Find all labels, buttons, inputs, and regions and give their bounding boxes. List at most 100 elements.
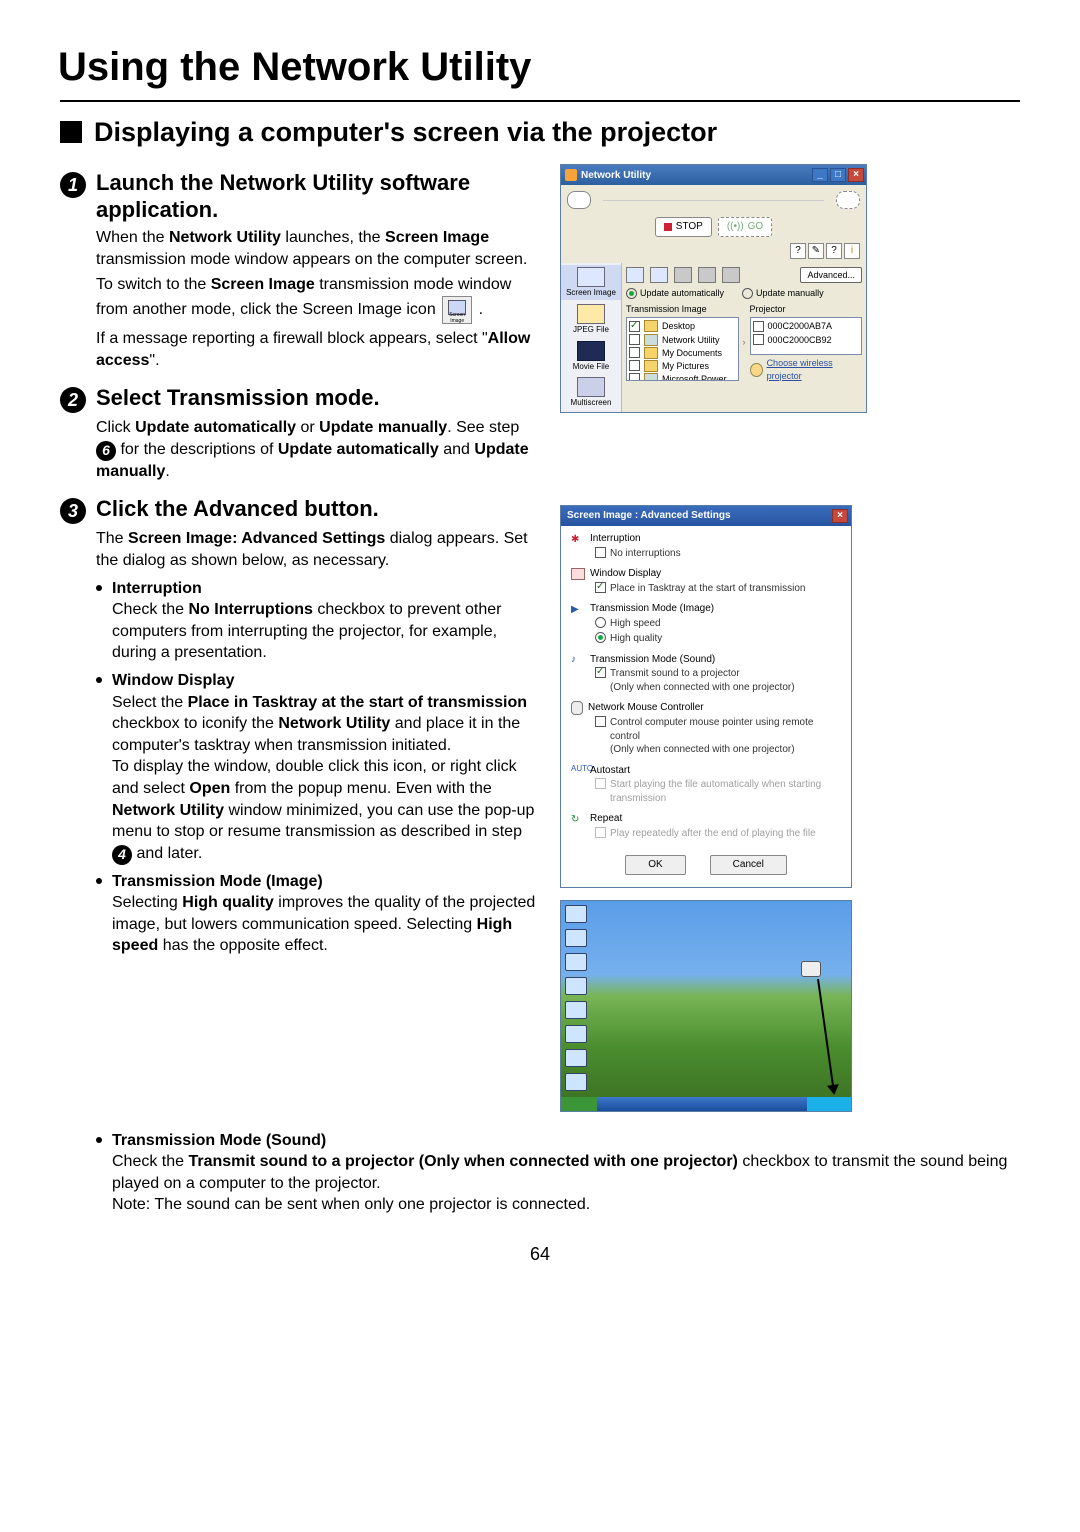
checkbox-tasktray[interactable]: Place in Tasktray at the start of transm…: [595, 581, 841, 597]
edit-button[interactable]: ✎: [808, 243, 824, 259]
tray-icon: [801, 961, 821, 977]
list-item: 000C2000AB7A: [753, 320, 860, 333]
desktop-icon: [644, 320, 658, 332]
checkbox-icon[interactable]: [629, 347, 640, 358]
maximize-button[interactable]: □: [830, 168, 846, 182]
adv-titlebar: Screen Image : Advanced Settings ×: [561, 506, 851, 526]
tab-multiscreen[interactable]: Multiscreen: [561, 375, 621, 410]
ref-step-4: 4: [112, 845, 132, 865]
app-icon: [565, 169, 577, 181]
checkbox-icon[interactable]: [753, 334, 764, 345]
desktop-icon-item: [565, 953, 587, 971]
autostart-icon: AUTO: [571, 764, 585, 776]
bullet-icon: [96, 677, 102, 683]
bullet-window-display: Window Display: [96, 670, 540, 692]
desktop-icon-item: [565, 929, 587, 947]
transmission-image-list[interactable]: Desktop Network Utility My Documents My …: [626, 317, 739, 381]
mode-icon[interactable]: [650, 267, 668, 283]
close-button[interactable]: ×: [848, 168, 864, 182]
nu-left-tabs: Screen Image JPEG File Movie File Multis…: [561, 263, 622, 412]
mouse-icon: [571, 701, 583, 715]
title-rule: [60, 100, 1020, 102]
cloud-outline-icon: [836, 191, 860, 209]
tab-screen-image[interactable]: Screen Image: [561, 265, 621, 300]
help-button[interactable]: ?: [790, 243, 806, 259]
radio-high-quality[interactable]: High quality: [595, 631, 841, 647]
window-display-icon: [571, 568, 585, 580]
projector-list[interactable]: 000C2000AB7A 000C2000CB92: [750, 317, 863, 355]
stop-button[interactable]: STOP: [655, 217, 712, 237]
checkbox-icon[interactable]: [629, 360, 640, 371]
radio-high-speed[interactable]: High speed: [595, 616, 841, 632]
checkbox-icon: [595, 778, 606, 789]
desktop-icon-item: [565, 1049, 587, 1067]
step-badge-3: 3: [60, 498, 86, 524]
step-3-header: 3 Click the Advanced button.: [60, 496, 540, 524]
adv-group-interruption: ✱Interruption No interruptions: [571, 532, 841, 561]
checkbox-no-interruptions[interactable]: No interruptions: [595, 546, 841, 562]
go-button[interactable]: ((•)) GO: [718, 217, 772, 237]
checkbox-icon[interactable]: [629, 373, 640, 381]
bullet-interruption-body: Check the No Interruptions checkbox to p…: [112, 599, 540, 664]
list-item: 000C2000CB92: [753, 334, 860, 347]
nu-update-mode: Update automatically Update manually: [626, 287, 862, 303]
choose-wireless-link[interactable]: Choose wireless projector: [750, 355, 863, 381]
movie-file-icon: [577, 341, 605, 361]
list-header-transmission: Transmission Image: [626, 303, 739, 317]
step-1-body: When the Network Utility launches, the S…: [96, 227, 540, 371]
nu-body: Screen Image JPEG File Movie File Multis…: [561, 263, 866, 412]
section-title: Displaying a computer's screen via the p…: [94, 114, 717, 150]
mode-icon[interactable]: [722, 267, 740, 283]
bullet-window-display-body: Select the Place in Tasktray at the star…: [112, 692, 540, 865]
tab-jpeg-file[interactable]: JPEG File: [561, 302, 621, 337]
desktop-icon-item: [565, 1025, 587, 1043]
advanced-button[interactable]: Advanced...: [800, 267, 862, 283]
adv-group-tm-image: ▶Transmission Mode (Image) High speed Hi…: [571, 602, 841, 647]
desktop-icon-item: [565, 1001, 587, 1019]
mode-icon[interactable]: [674, 267, 692, 283]
go-signal-icon: ((•)): [727, 220, 744, 234]
radio-icon: [595, 632, 606, 643]
cloud-icon: [567, 191, 591, 209]
close-button[interactable]: ×: [832, 509, 848, 523]
bullet-icon: [96, 878, 102, 884]
info-button[interactable]: i: [844, 243, 860, 259]
checkbox-mouse-control[interactable]: Control computer mouse pointer using rem…: [595, 715, 841, 758]
checkbox-icon: [595, 547, 606, 558]
mode-icon[interactable]: [626, 267, 644, 283]
folder-icon: [644, 360, 658, 372]
radio-update-manual[interactable]: Update manually: [742, 287, 824, 299]
screen-image-icon: [577, 267, 605, 287]
desktop-icon-item: [565, 905, 587, 923]
checkbox-icon[interactable]: [629, 334, 640, 345]
help2-button[interactable]: ?: [826, 243, 842, 259]
radio-update-auto[interactable]: Update automatically: [626, 287, 724, 299]
checkbox-autostart: Start playing the file automatically whe…: [595, 777, 841, 806]
desktop-icon-item: [565, 1073, 587, 1091]
checkbox-icon[interactable]: [753, 321, 764, 332]
checkbox-transmit-sound[interactable]: Transmit sound to a projector(Only when …: [595, 666, 841, 695]
advanced-settings-dialog: Screen Image : Advanced Settings × ✱Inte…: [560, 505, 852, 888]
step-2-body: Click Update automatically or Update man…: [96, 417, 540, 482]
tm-sound-icon: ♪: [571, 653, 585, 665]
mode-icon[interactable]: [698, 267, 716, 283]
folder-icon: [644, 347, 658, 359]
desktop-screenshot: [560, 900, 852, 1112]
jpeg-file-icon: [577, 304, 605, 324]
step-2-title: Select Transmission mode.: [96, 385, 380, 411]
adv-group-autostart: AUTOAutostart Start playing the file aut…: [571, 764, 841, 807]
page-number: 64: [60, 1242, 1020, 1266]
minimize-button[interactable]: _: [812, 168, 828, 182]
bullet-icon: [96, 1137, 102, 1143]
bullet-tm-sound: Transmission Mode (Sound): [96, 1130, 1020, 1152]
app-icon: [644, 373, 658, 381]
cancel-button[interactable]: Cancel: [710, 855, 787, 875]
adv-title: Screen Image : Advanced Settings: [567, 509, 731, 523]
step-1-title: Launch the Network Utility software appl…: [96, 170, 540, 223]
list-header-projector: Projector: [750, 303, 863, 317]
tab-movie-file[interactable]: Movie File: [561, 339, 621, 374]
checkbox-icon[interactable]: [629, 321, 640, 332]
nu-title: Network Utility: [581, 169, 651, 183]
app-icon: [644, 334, 658, 346]
ok-button[interactable]: OK: [625, 855, 685, 875]
